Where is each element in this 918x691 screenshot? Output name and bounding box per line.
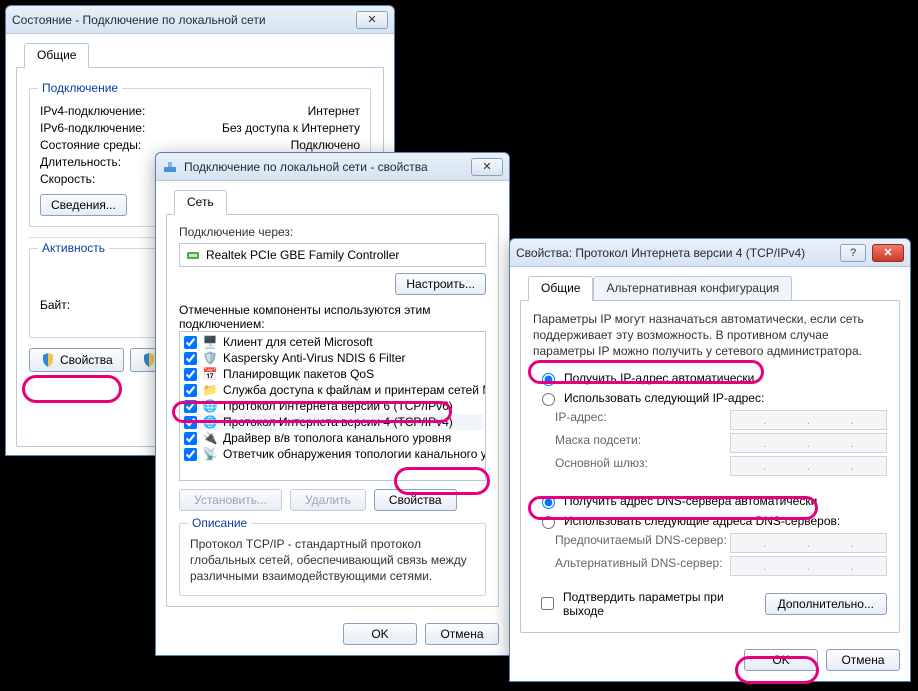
ipv6-value: Без доступа к Интернету (222, 121, 360, 135)
component-checkbox[interactable] (184, 352, 197, 365)
win1-title: Состояние - Подключение по локальной сет… (12, 13, 356, 27)
win1-close-icon[interactable]: ✕ (356, 11, 388, 29)
bytes-label: Байт: (40, 298, 70, 312)
gateway-label: Основной шлюз: (555, 456, 730, 476)
list-item-label: Kaspersky Anti-Virus NDIS 6 Filter (223, 351, 406, 365)
list-item: 🌐 Протокол Интернета версии 6 (TCP/IPv6) (182, 398, 483, 414)
adapter-icon (162, 159, 178, 175)
ipv4-label: IPv4-подключение: (40, 104, 145, 118)
win1-properties-button[interactable]: Свойства (29, 348, 124, 372)
nic-icon (186, 248, 200, 262)
description-text: Протокол TCP/IP - стандартный протокол г… (190, 536, 475, 585)
protocol-icon: 🌐 (203, 415, 217, 429)
duration-label: Длительность: (40, 155, 121, 169)
win2-group-description: Описание (188, 516, 251, 530)
list-item-label: Протокол Интернета версии 4 (TCP/IPv4) (223, 415, 453, 429)
confirm-on-exit-label: Подтвердить параметры при выходе (563, 590, 759, 618)
win3-cancel-button[interactable]: Отмена (826, 649, 900, 671)
media-label: Состояние среды: (40, 138, 141, 152)
component-checkbox[interactable] (184, 416, 197, 429)
speed-label: Скорость: (40, 172, 95, 186)
list-item-label: Драйвер в/в тополога канального уровня (223, 431, 451, 445)
win3-tab-general[interactable]: Общие (528, 276, 593, 301)
list-item-label: Ответчик обнаружения топологии канальног… (223, 447, 486, 461)
list-item-label: Служба доступа к файлам и принтерам сете… (223, 383, 486, 397)
win2-properties-button[interactable]: Свойства (374, 489, 457, 511)
win2-cancel-button[interactable]: Отмена (425, 623, 499, 645)
win3-title: Свойства: Протокол Интернета версии 4 (T… (516, 246, 840, 260)
win2-ok-button[interactable]: OK (343, 623, 417, 645)
win3-help-icon[interactable]: ? (840, 244, 866, 262)
radio-ip-manual-label: Использовать следующий IP-адрес: (564, 391, 764, 405)
ipv6-label: IPv6-подключение: (40, 121, 145, 135)
radio-ip-manual[interactable] (542, 393, 555, 406)
radio-dns-auto[interactable] (542, 496, 555, 509)
win3-ok-button[interactable]: OK (744, 649, 818, 671)
win1-properties-label: Свойства (60, 353, 113, 367)
component-icon: 🖥️ (203, 335, 217, 349)
list-item: 🔌 Драйвер в/в тополога канального уровня (182, 430, 483, 446)
protocol-icon: 🌐 (203, 399, 217, 413)
list-item: 📡 Ответчик обнаружения топологии канально… (182, 446, 483, 462)
confirm-on-exit-checkbox[interactable] (541, 597, 554, 610)
list-item-label: Планировщик пакетов QoS (223, 367, 374, 381)
connect-via-label: Подключение через: (179, 225, 486, 239)
install-button[interactable]: Установить... (179, 489, 282, 511)
list-item: 🛡️ Kaspersky Anti-Virus NDIS 6 Filter (182, 350, 483, 366)
uninstall-button[interactable]: Удалить (290, 489, 366, 511)
responder-icon: 📡 (203, 447, 217, 461)
component-checkbox[interactable] (184, 432, 197, 445)
ip-address-label: IP-адрес: (555, 410, 730, 430)
win3-titlebar[interactable]: Свойства: Протокол Интернета версии 4 (T… (510, 239, 910, 267)
component-icon: 📅 (203, 367, 217, 381)
component-checkbox[interactable] (184, 368, 197, 381)
component-checkbox[interactable] (184, 448, 197, 461)
list-item: 🖥️ Клиент для сетей Microsoft (182, 334, 483, 350)
mask-label: Маска подсети: (555, 433, 730, 453)
win1-group-connection: Подключение (38, 81, 122, 95)
component-checkbox[interactable] (184, 400, 197, 413)
win3-close-icon[interactable]: ✕ (872, 244, 904, 262)
components-header: Отмеченные компоненты используются этим … (179, 303, 486, 331)
list-item: 📅 Планировщик пакетов QoS (182, 366, 483, 382)
dns2-field: ... (730, 556, 887, 576)
mask-field: ... (730, 433, 887, 453)
list-item: 📁 Служба доступа к файлам и принтерам сет… (182, 382, 483, 398)
radio-dns-manual-label: Использовать следующие адреса DNS-сервер… (564, 514, 840, 528)
win1-tab-general[interactable]: Общие (24, 43, 89, 68)
component-checkbox[interactable] (184, 336, 197, 349)
gateway-field: ... (730, 456, 887, 476)
radio-dns-auto-label: Получить адрес DNS-сервера автоматически (564, 494, 817, 508)
component-checkbox[interactable] (184, 384, 197, 397)
win1-group-activity: Активность (38, 241, 109, 255)
ipv4-value: Интернет (308, 104, 360, 118)
win2-titlebar[interactable]: Подключение по локальной сети - свойства… (156, 153, 509, 181)
radio-ip-auto[interactable] (542, 373, 555, 386)
win2-tab-network[interactable]: Сеть (174, 190, 227, 215)
adapter-name: Realtek PCIe GBE Family Controller (206, 248, 399, 262)
win1-titlebar[interactable]: Состояние - Подключение по локальной сет… (6, 6, 394, 34)
component-icon: 🛡️ (203, 351, 217, 365)
win3-tab-alt[interactable]: Альтернативная конфигурация (593, 276, 792, 301)
shield-icon (40, 352, 56, 368)
details-button[interactable]: Сведения... (40, 194, 127, 216)
component-icon: 📁 (203, 383, 217, 397)
advanced-button[interactable]: Дополнительно... (765, 593, 887, 615)
dns2-label: Альтернативный DNS-сервер: (555, 556, 730, 576)
list-item-label: Клиент для сетей Microsoft (223, 335, 373, 349)
ipv4-intro-text: Параметры IP могут назначаться автоматич… (533, 311, 887, 360)
win2-title: Подключение по локальной сети - свойства (184, 160, 471, 174)
radio-dns-manual[interactable] (542, 516, 555, 529)
ip-address-field: ... (730, 410, 887, 430)
list-item-tcpip4: 🌐 Протокол Интернета версии 4 (TCP/IPv4) (182, 414, 483, 430)
dns1-field: ... (730, 533, 887, 553)
driver-icon: 🔌 (203, 431, 217, 445)
win2-close-icon[interactable]: ✕ (471, 158, 503, 176)
list-item-label: Протокол Интернета версии 6 (TCP/IPv6) (223, 399, 453, 413)
radio-ip-auto-label: Получить IP-адрес автоматически (564, 371, 754, 385)
media-value: Подключено (291, 138, 360, 152)
dns1-label: Предпочитаемый DNS-сервер: (555, 533, 730, 553)
components-list[interactable]: 🖥️ Клиент для сетей Microsoft 🛡️ Kaspersky… (179, 331, 486, 481)
configure-button[interactable]: Настроить... (395, 273, 486, 295)
